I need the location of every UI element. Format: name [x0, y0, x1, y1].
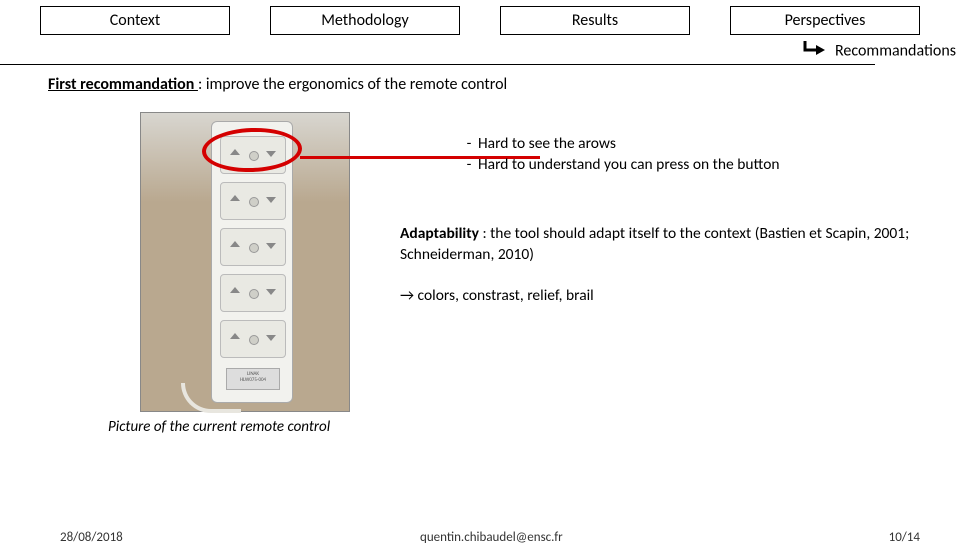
first-recommendation: First recommandation : improve the ergon…	[0, 75, 960, 94]
adaptability-label: Adaptability	[400, 224, 479, 243]
bullet-text: Hard to see the arows	[478, 134, 616, 155]
figure-caption: Picture of the current remote control	[108, 418, 330, 436]
first-rec-rest: : improve the ergonomics of the remote c…	[198, 75, 507, 94]
remote-button-3	[220, 228, 286, 266]
remote-cable	[181, 383, 241, 413]
corner-arrow-icon	[803, 41, 825, 62]
list-item: -Hard to see the arows	[460, 134, 780, 155]
tab-results[interactable]: Results	[500, 6, 690, 35]
subheader-text: Recommandations	[835, 41, 956, 60]
conclusion-line: → colors, constrast, relief, brail	[400, 286, 594, 305]
bullet-text: Hard to understand you can press on the …	[478, 155, 780, 176]
adaptability-paragraph: Adaptability : the tool should adapt its…	[400, 224, 920, 266]
nav-tabs: Context Methodology Results Perspectives	[0, 0, 960, 35]
remote-button-5	[220, 320, 286, 358]
tab-methodology[interactable]: Methodology	[270, 6, 460, 35]
tab-context[interactable]: Context	[40, 6, 230, 35]
footer-date: 28/08/2018	[60, 530, 123, 545]
remote-button-2	[220, 182, 286, 220]
divider	[0, 64, 875, 65]
footer-page: 10/14	[889, 530, 920, 545]
tab-perspectives[interactable]: Perspectives	[730, 6, 920, 35]
first-rec-lead: First recommandation	[48, 75, 198, 94]
main-content: LINAK HLW075-004 Picture of the current …	[0, 94, 960, 454]
issue-bullets: -Hard to see the arows -Hard to understa…	[460, 134, 780, 176]
list-item: -Hard to understand you can press on the…	[460, 155, 780, 176]
subheader: Recommandations	[0, 35, 960, 64]
footer-email: quentin.chibaudel@ensc.fr	[420, 530, 563, 545]
remote-button-4	[220, 274, 286, 312]
remote-figure: LINAK HLW075-004	[140, 112, 350, 412]
